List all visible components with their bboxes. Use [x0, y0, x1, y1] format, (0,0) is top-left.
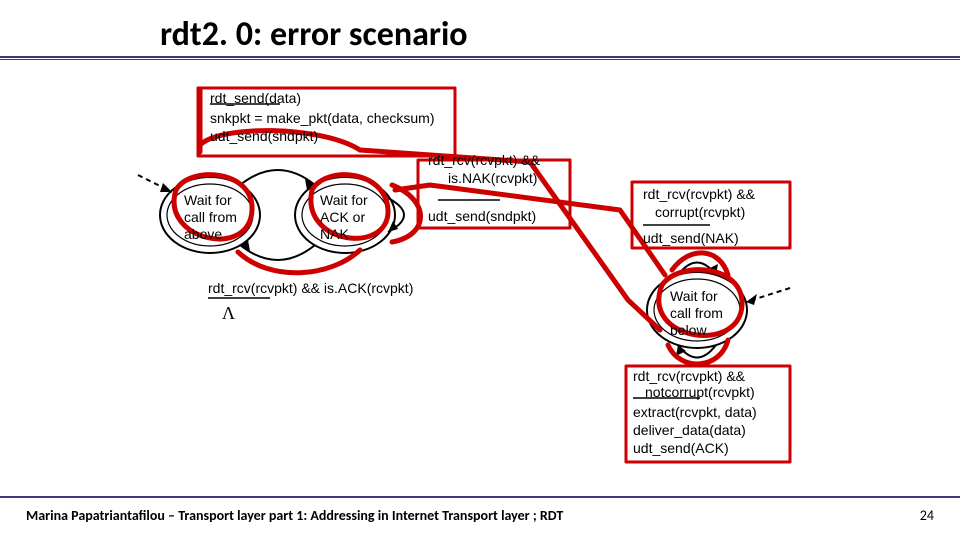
rx-corrupt-act: udt_send(NAK)	[643, 230, 739, 248]
slide: rdt2. 0: error scenario	[0, 0, 960, 540]
nak-action: udt_send(sndpkt)	[428, 208, 536, 226]
ack-lambda: Λ	[222, 302, 235, 325]
footer-rule	[0, 496, 960, 498]
nak-cond-1: rdt_rcv(rcvpkt) &&	[428, 152, 540, 170]
send-action-2: udt_send(sndpkt)	[210, 128, 318, 146]
title-underline	[0, 56, 960, 58]
send-event: rdt_send(data)	[210, 90, 301, 108]
footer-text: Marina Papatriantafilou – Transport laye…	[26, 507, 563, 524]
rx-ok-a1: extract(rcvpkt, data)	[633, 404, 757, 422]
slide-title: rdt2. 0: error scenario	[160, 14, 468, 55]
fsm-diagram: rdt_send(data) snkpkt = make_pkt(data, c…	[0, 70, 960, 480]
rx-ok-a3: udt_send(ACK)	[633, 440, 729, 458]
page-number: 24	[920, 507, 934, 524]
nak-cond-2: is.NAK(rcvpkt)	[448, 170, 537, 188]
title-underline-2	[0, 59, 960, 60]
state-wait-below: Wait for call from below	[670, 288, 723, 338]
state-wait-above: Wait for call from above	[184, 192, 237, 242]
rx-corrupt-c1: rdt_rcv(rcvpkt) &&	[643, 186, 755, 204]
rx-ok-c1: rdt_rcv(rcvpkt) &&	[633, 368, 745, 386]
rx-ok-a2: deliver_data(data)	[633, 422, 746, 440]
rx-corrupt-c2: corrupt(rcvpkt)	[655, 204, 745, 222]
rx-ok-c2: notcorrupt(rcvpkt)	[645, 384, 755, 402]
ack-cond: rdt_rcv(rcvpkt) && is.ACK(rcvpkt)	[208, 280, 413, 298]
send-action-1: snkpkt = make_pkt(data, checksum)	[210, 110, 435, 128]
diagram-svg	[0, 70, 960, 480]
state-wait-ack: Wait for ACK or NAK	[320, 192, 368, 242]
